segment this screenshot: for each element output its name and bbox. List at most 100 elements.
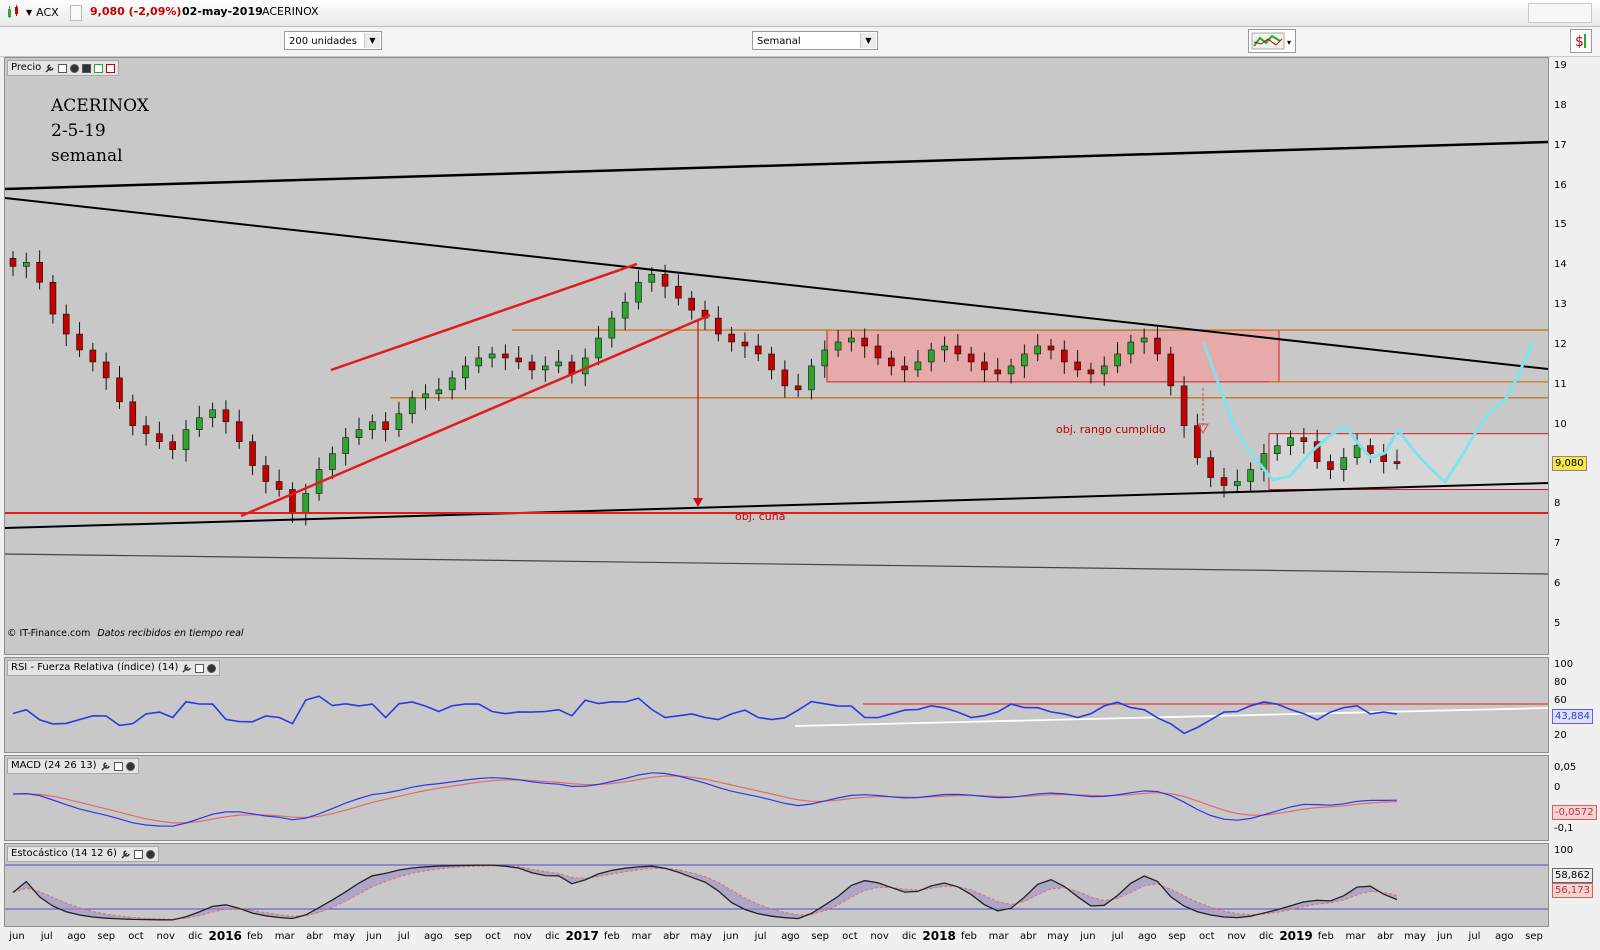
chevron-down-icon[interactable]: ▼ bbox=[860, 33, 876, 48]
close-icon[interactable] bbox=[207, 663, 217, 673]
candle-body bbox=[1127, 341, 1135, 355]
candle-body bbox=[821, 349, 829, 367]
chevron-down-icon[interactable]: ▼ bbox=[364, 33, 380, 48]
candle-body bbox=[249, 441, 256, 466]
time-tick-label: jul bbox=[1111, 931, 1124, 942]
dropdown-arrow-icon[interactable]: ▼ bbox=[26, 8, 32, 17]
base-trendline bbox=[5, 553, 1548, 575]
settings-wrench-icon[interactable] bbox=[120, 849, 131, 860]
price-change: 9,080 (-2,09%) bbox=[90, 5, 182, 18]
time-tick-label: ago bbox=[781, 931, 800, 942]
time-tick-label: jun bbox=[366, 931, 382, 942]
candle-body bbox=[382, 421, 389, 431]
time-tick-label: abr bbox=[663, 931, 680, 942]
time-tick-label: oct bbox=[485, 931, 501, 942]
candle-body bbox=[9, 258, 17, 267]
candle-body bbox=[927, 349, 935, 363]
macd-value-badge: -0,0572 bbox=[1552, 805, 1597, 820]
chart-type-icon: ▾ bbox=[1251, 32, 1291, 50]
upper-long-trendline bbox=[5, 140, 1548, 191]
time-tick-label: ago bbox=[67, 931, 86, 942]
price-tick-label: 17 bbox=[1554, 139, 1567, 151]
rsi-panel-title: RSI - Fuerza Relativa (índice) (14) bbox=[11, 662, 179, 673]
close-icon[interactable] bbox=[145, 849, 155, 859]
macd-tick-0: 0 bbox=[1554, 782, 1561, 793]
rsi-chart-svg bbox=[12, 695, 1548, 735]
maximize-icon[interactable] bbox=[113, 761, 123, 771]
candle-body bbox=[1021, 353, 1028, 367]
candle-body bbox=[49, 281, 57, 315]
stoch-value-badge-2: 56,173 bbox=[1552, 883, 1593, 898]
maximize-icon[interactable] bbox=[133, 849, 143, 859]
candle-body bbox=[435, 389, 443, 395]
candle-body bbox=[555, 361, 562, 367]
candle-body bbox=[422, 393, 429, 399]
candle-body bbox=[89, 349, 97, 363]
time-tick-label: dic bbox=[902, 931, 917, 942]
price-tick-label: 6 bbox=[1554, 578, 1561, 590]
time-tick-label: jul bbox=[1468, 931, 1481, 942]
candle-body bbox=[475, 357, 483, 367]
wedge-target-annotation: obj. cuña bbox=[735, 510, 786, 523]
window-controls[interactable] bbox=[1528, 3, 1592, 23]
time-tick-label: jun bbox=[9, 931, 25, 942]
candle-body bbox=[342, 437, 349, 454]
time-tick-label: mar bbox=[1345, 931, 1366, 942]
time-tick-label: ago bbox=[1494, 931, 1514, 942]
time-tick-label: feb bbox=[1317, 931, 1334, 942]
time-tick-label: nov bbox=[870, 931, 889, 942]
chart-type-button[interactable]: ▾ bbox=[1248, 29, 1296, 53]
toolbar: 200 unidades ▼ Semanal ▼ ▾ $ bbox=[0, 27, 1600, 57]
candle-body bbox=[36, 262, 43, 283]
candle-body bbox=[874, 345, 882, 359]
stoch-value-2: 56,173 bbox=[1555, 885, 1590, 896]
time-tick-label: nov bbox=[513, 931, 532, 942]
price-tick-label: 15 bbox=[1554, 219, 1567, 231]
candle-body bbox=[196, 417, 203, 431]
candle-body bbox=[941, 345, 948, 351]
quote-date: 02-may-2019 bbox=[182, 5, 263, 18]
candle-body bbox=[142, 425, 150, 434]
descending-trendline bbox=[5, 197, 1548, 370]
scale-icon: $ bbox=[1575, 34, 1586, 50]
wedge-upper-line bbox=[330, 262, 638, 372]
stoch-value-1: 58,862 bbox=[1555, 870, 1590, 881]
stoch-tick-100: 100 bbox=[1554, 845, 1574, 856]
period-select[interactable]: Semanal ▼ bbox=[752, 31, 878, 50]
add-indicator-icon[interactable] bbox=[82, 63, 92, 73]
candle-body bbox=[1100, 365, 1108, 375]
candle-body bbox=[1220, 477, 1228, 486]
price-tick-label: 18 bbox=[1554, 99, 1567, 111]
wedge-lower-line bbox=[240, 313, 711, 518]
settings-wrench-icon[interactable] bbox=[181, 663, 192, 674]
candle-body bbox=[1327, 461, 1334, 470]
macd-panel-title: MACD (24 26 13) bbox=[11, 760, 97, 771]
close-icon[interactable] bbox=[70, 63, 80, 73]
time-tick-label: oct bbox=[128, 931, 144, 942]
remove-icon[interactable] bbox=[106, 63, 116, 73]
caption-line-2: 2-5-19 bbox=[51, 121, 106, 141]
export-icon[interactable] bbox=[94, 63, 104, 73]
candlestick-icon bbox=[8, 5, 18, 18]
candle-body bbox=[781, 369, 789, 387]
svg-text:$: $ bbox=[1575, 34, 1584, 50]
time-tick-label: oct bbox=[1199, 931, 1215, 942]
candle-body bbox=[1034, 345, 1041, 355]
settings-wrench-icon[interactable] bbox=[44, 63, 55, 74]
ticker-selector[interactable]: ▼ ACX bbox=[6, 5, 59, 19]
candle-body bbox=[954, 345, 962, 355]
maximize-icon[interactable] bbox=[58, 63, 68, 73]
candle-body bbox=[515, 357, 522, 363]
range-target-annotation: obj. rango cumplido bbox=[1056, 423, 1166, 436]
maximize-icon[interactable] bbox=[195, 663, 205, 673]
settings-wrench-icon[interactable] bbox=[100, 761, 111, 772]
time-tick-label: may bbox=[690, 931, 713, 942]
candle-body bbox=[62, 313, 70, 335]
price-scale-button[interactable]: $ bbox=[1570, 29, 1592, 53]
candle-body bbox=[608, 317, 616, 339]
stoch-fill bbox=[13, 865, 1397, 920]
rsi-panel: RSI - Fuerza Relativa (índice) (14) bbox=[4, 657, 1549, 753]
close-icon[interactable] bbox=[125, 761, 135, 771]
units-select[interactable]: 200 unidades ▼ bbox=[284, 31, 382, 50]
time-tick-label: sep bbox=[454, 931, 473, 942]
